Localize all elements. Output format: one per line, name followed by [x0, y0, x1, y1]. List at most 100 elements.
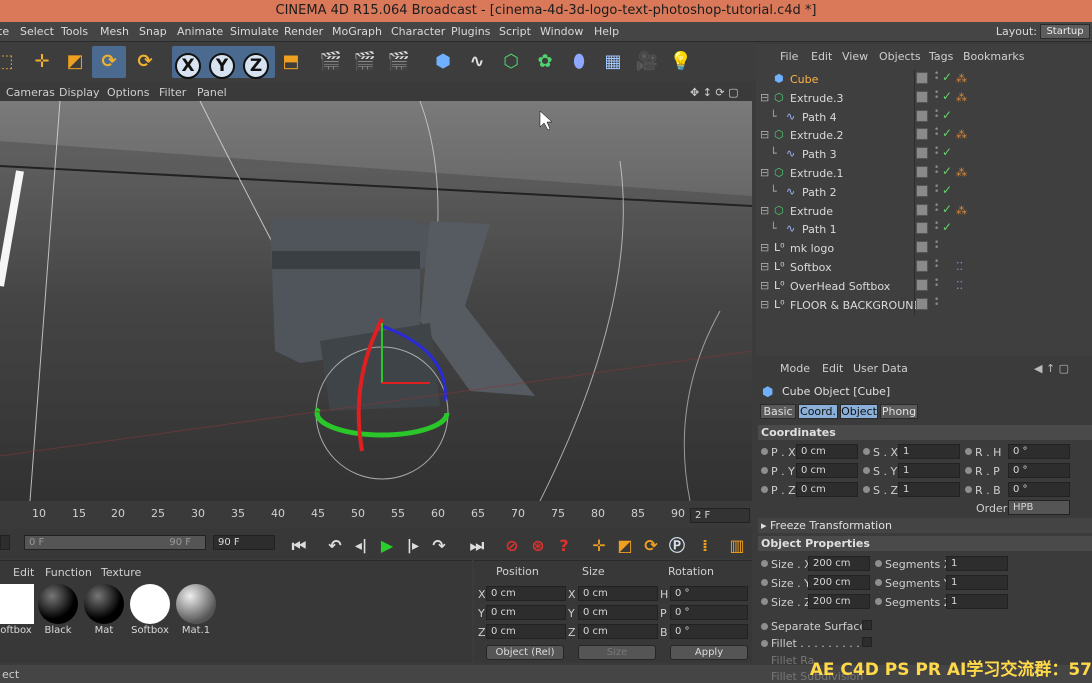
visibility-dots-icon[interactable]: • • — [934, 276, 939, 290]
coord-apply-button[interactable]: Apply — [670, 645, 748, 660]
spline-pen-icon[interactable]: ∿ — [462, 46, 492, 78]
object-menu-edit[interactable]: Edit — [811, 50, 832, 63]
layer-color-swatch[interactable] — [916, 109, 928, 122]
material-menu-texture[interactable]: Texture — [101, 566, 141, 579]
camera-icon[interactable]: 🎥 — [632, 46, 662, 78]
coord-size-y[interactable]: 0 cm — [578, 605, 658, 620]
enabled-check-icon[interactable]: ✓ — [942, 145, 952, 159]
menu-tools[interactable]: Tools — [61, 25, 88, 38]
keyframe-radio[interactable] — [761, 486, 768, 493]
visibility-dots-icon[interactable]: • • — [934, 295, 939, 309]
render-view-icon[interactable]: 🎬 — [316, 46, 346, 78]
enabled-check-icon[interactable]: ✓ — [942, 89, 952, 103]
floor-icon[interactable]: ▦ — [598, 46, 628, 78]
render-settings-icon[interactable]: 🎬 — [384, 46, 414, 78]
keyframe-radio[interactable] — [863, 486, 870, 493]
expand-collapse-icon[interactable]: ⊟ — [760, 241, 769, 254]
object-row-extrude[interactable]: ⊟ ⬡ Extrude • • ✓ ⁂ — [756, 201, 1092, 221]
attr-menu-edit[interactable]: Edit — [822, 362, 843, 375]
material-swatch-softbox-left[interactable] — [0, 584, 34, 624]
material-menu-function[interactable]: Function — [45, 566, 92, 579]
visibility-dots-icon[interactable]: • • — [934, 126, 939, 140]
menu-mesh[interactable]: Mesh — [100, 25, 129, 38]
object-row-path-3[interactable]: └ ∿ Path 3 • • ✓ — [756, 145, 1092, 165]
keyframe-radio[interactable] — [875, 598, 882, 605]
keyframe-radio[interactable] — [875, 560, 882, 567]
viewport-menu-display[interactable]: Display — [59, 86, 100, 99]
object-row-floor-background[interactable]: ⊟ L⁰ FLOOR & BACKGROUND • • — [756, 295, 1092, 315]
object-row-extrude-3[interactable]: ⊟ ⬡ Extrude.3 • • ✓ ⁂ — [756, 88, 1092, 108]
keyframe-radio[interactable] — [965, 486, 972, 493]
keyframe-radio[interactable] — [761, 623, 768, 630]
enabled-check-icon[interactable]: ✓ — [942, 126, 952, 140]
expand-collapse-icon[interactable]: ⊟ — [760, 298, 769, 311]
viewport-menu-cameras[interactable]: Cameras — [6, 86, 55, 99]
fillet-checkbox[interactable] — [862, 637, 872, 647]
attr-menu-user-data[interactable]: User Data — [853, 362, 908, 375]
object-row-cube[interactable]: ⬢ Cube • • ✓ ⁂ — [756, 70, 1092, 89]
x-axis-lock-icon[interactable]: X — [175, 53, 201, 79]
viewport-menu-panel[interactable]: Panel — [197, 86, 227, 99]
attr-scale-z[interactable]: 1 — [898, 482, 960, 497]
object-row-path-1[interactable]: └ ∿ Path 1 • • ✓ — [756, 220, 1092, 240]
attr-nav-icons[interactable]: ◀ ↑ ▢ — [1034, 362, 1069, 375]
layer-color-swatch[interactable] — [916, 278, 928, 291]
enabled-check-icon[interactable]: ✓ — [942, 220, 952, 234]
layer-color-swatch[interactable] — [916, 128, 928, 141]
cube-object-icon[interactable]: ⬢ — [428, 46, 458, 78]
object-row-mk-logo[interactable]: ⊟ L⁰ mk logo • • — [756, 239, 1092, 259]
go-to-end-icon[interactable]: ⏭ — [462, 530, 492, 562]
layer-color-swatch[interactable] — [916, 203, 928, 216]
freeze-transformation-toggle[interactable]: ▸ Freeze Transformation — [758, 518, 1092, 533]
attr-pos-x[interactable]: 0 cm — [796, 444, 858, 459]
expand-collapse-icon[interactable]: ⊟ — [760, 279, 769, 292]
material-menu-edit[interactable]: Edit — [13, 566, 34, 579]
keyframe-radio[interactable] — [965, 448, 972, 455]
attr-size-z[interactable]: 200 cm — [808, 594, 870, 609]
attr-pos-z[interactable]: 0 cm — [796, 482, 858, 497]
y-axis-lock-icon[interactable]: Y — [209, 53, 235, 79]
render-picture-viewer-icon[interactable]: 🎬 — [350, 46, 380, 78]
menu-simulate[interactable]: Simulate — [230, 25, 279, 38]
attr-segments-y[interactable]: 1 — [946, 575, 1008, 590]
keyframe-radio[interactable] — [863, 467, 870, 474]
menu-animate[interactable]: Animate — [177, 25, 223, 38]
scale-tool-icon[interactable]: ◩ — [60, 46, 90, 78]
visibility-dots-icon[interactable]: • • — [934, 107, 939, 121]
material-tag-icon[interactable]: ⁂ — [956, 91, 970, 104]
visibility-dots-icon[interactable]: • • — [934, 145, 939, 159]
material-swatch-mat[interactable] — [84, 584, 124, 624]
attr-rot-b[interactable]: 0 ° — [1008, 482, 1070, 497]
keyframe-radio[interactable] — [965, 467, 972, 474]
material-tag-icon[interactable]: ⁂ — [956, 204, 970, 217]
menu-create[interactable]: te — [0, 25, 9, 38]
coord-position-y[interactable]: 0 cm — [486, 605, 566, 620]
subdivision-icon[interactable]: ⬡ — [496, 46, 526, 78]
expand-collapse-icon[interactable]: ⊟ — [760, 166, 769, 179]
keyframe-radio[interactable] — [761, 448, 768, 455]
keyframe-radio[interactable] — [863, 448, 870, 455]
enabled-check-icon[interactable]: ✓ — [942, 164, 952, 178]
expand-collapse-icon[interactable]: ⊟ — [760, 128, 769, 141]
menu-plugins[interactable]: Plugins — [451, 25, 490, 38]
layout-dropdown[interactable]: Startup — [1040, 24, 1090, 39]
layer-color-swatch[interactable] — [916, 241, 928, 254]
max-frame-field[interactable]: 90 F — [213, 535, 275, 550]
visibility-dots-icon[interactable]: • • — [934, 258, 939, 272]
visibility-dots-icon[interactable]: • • — [934, 182, 939, 196]
live-selection-icon[interactable]: ⬚ — [0, 46, 20, 78]
menu-snap[interactable]: Snap — [139, 25, 167, 38]
attr-size-x[interactable]: 200 cm — [808, 556, 870, 571]
compositing-tag-icon[interactable]: ⁚⁚ — [956, 279, 970, 292]
coordinate-system-icon[interactable]: ⬒ — [276, 46, 306, 78]
move-tool-icon[interactable]: ✛ — [27, 46, 57, 78]
object-menu-file[interactable]: File — [780, 50, 798, 63]
coord-rotation-p[interactable]: 0 ° — [670, 605, 748, 620]
key-pla-icon[interactable]: ⁞ — [690, 530, 720, 562]
key-parameter-icon[interactable]: Ⓟ — [662, 530, 692, 562]
attr-menu-mode[interactable]: Mode — [780, 362, 810, 375]
layer-color-swatch[interactable] — [916, 166, 928, 178]
layer-color-swatch[interactable] — [916, 90, 928, 103]
object-row-softbox[interactable]: ⊟ L⁰ Softbox • • ⁚⁚ — [756, 258, 1092, 277]
tab-object[interactable]: Object — [840, 404, 878, 419]
